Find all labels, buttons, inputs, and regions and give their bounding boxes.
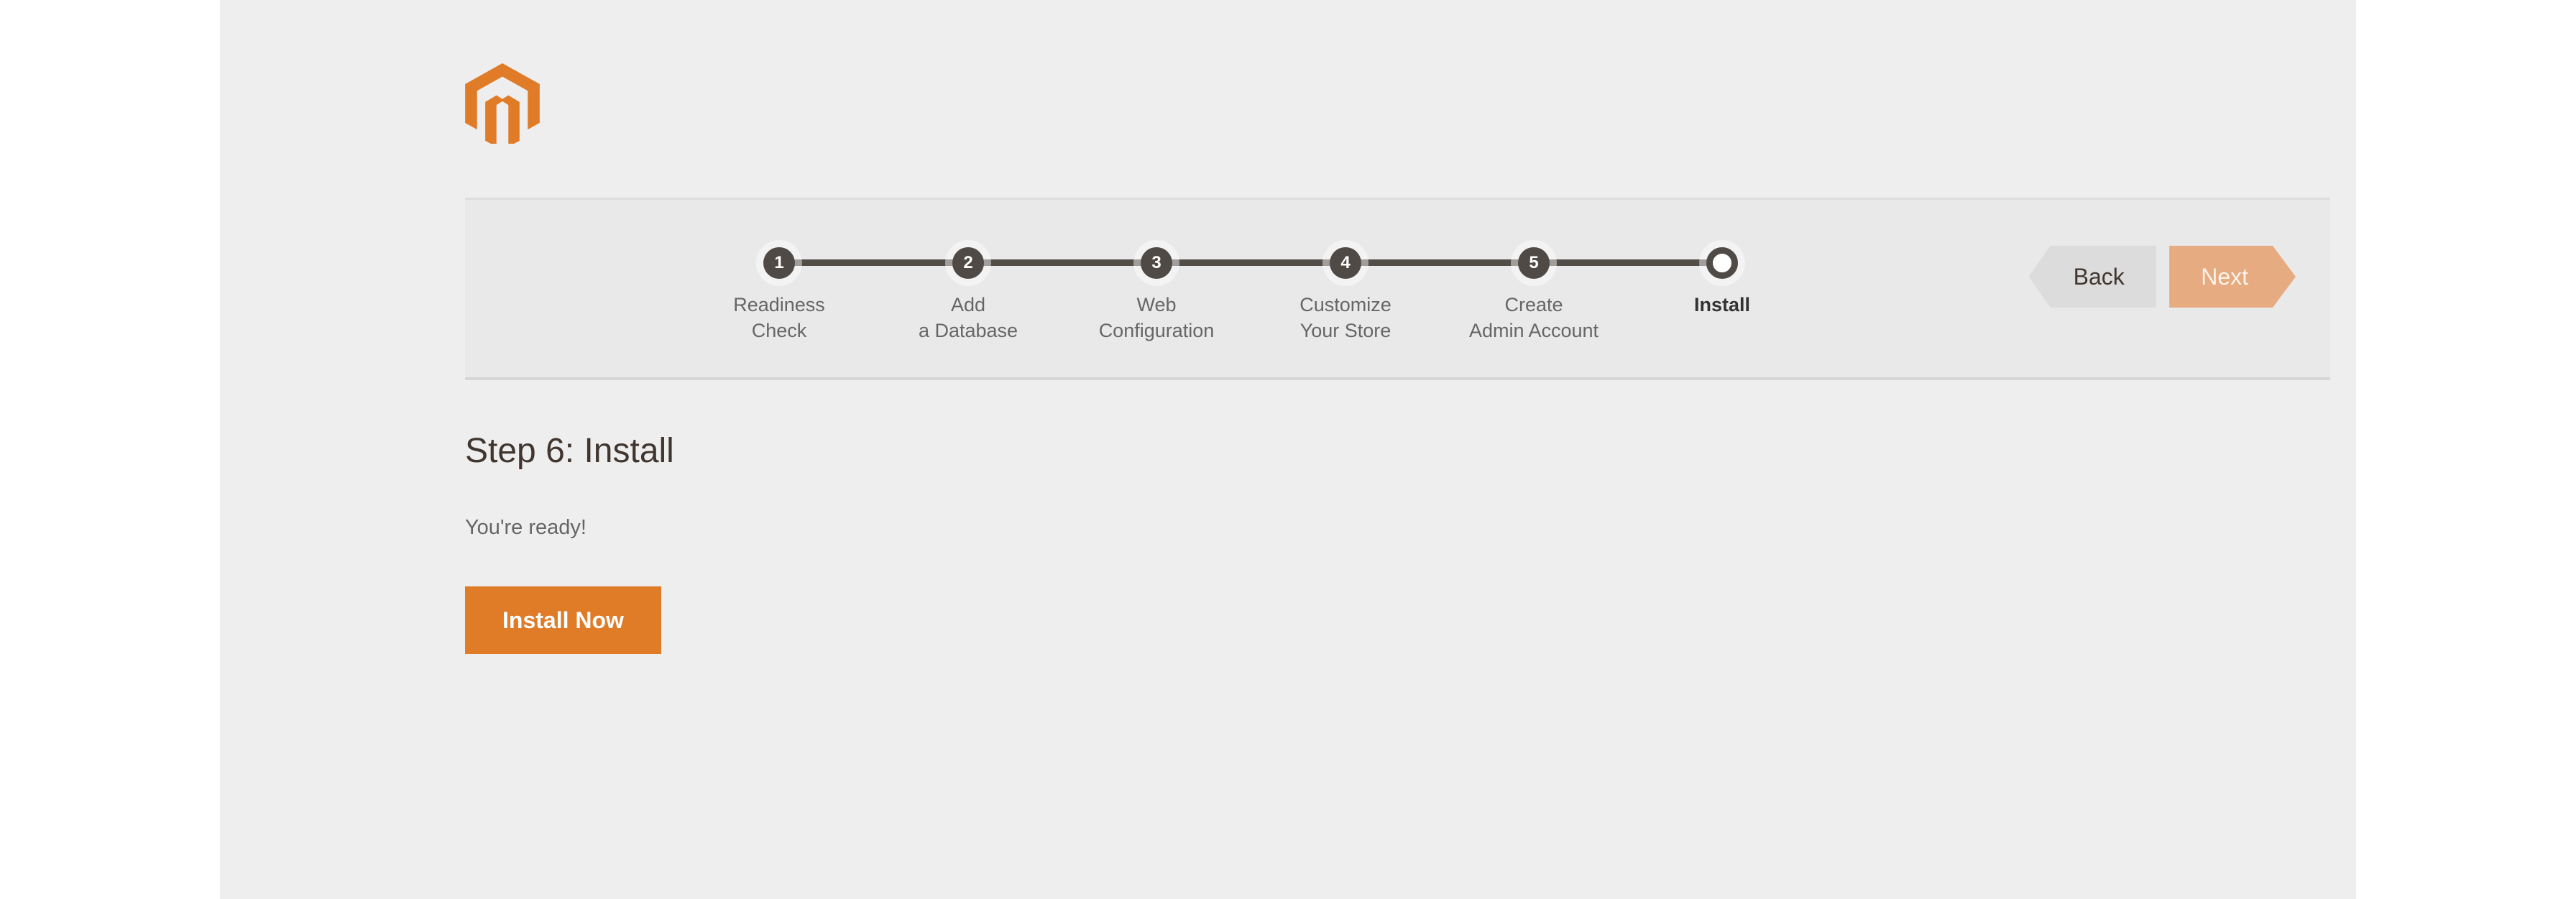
wizard-progress-bar: 1 Readiness Check 2 Add a Database 3 Web… xyxy=(465,198,2330,380)
wizard-nav-buttons: Back Next xyxy=(2028,246,2296,308)
step-2-label: Add a Database xyxy=(918,294,1018,341)
back-button[interactable]: Back xyxy=(2028,246,2156,308)
installer-page: 1 Readiness Check 2 Add a Database 3 Web… xyxy=(220,0,2356,899)
step-1-label: Readiness Check xyxy=(733,294,825,341)
step-6-label: Install xyxy=(1693,294,1751,315)
ready-message: You're ready! xyxy=(465,516,586,539)
step-5-number: 5 xyxy=(1518,247,1550,279)
wizard-steps: 1 Readiness Check 2 Add a Database 3 Web… xyxy=(465,200,1831,377)
next-button[interactable]: Next xyxy=(2169,246,2296,308)
step-1-number: 1 xyxy=(763,247,795,279)
install-now-button[interactable]: Install Now xyxy=(465,586,661,654)
page-title: Step 6: Install xyxy=(465,432,674,470)
step-4-number: 4 xyxy=(1330,247,1361,279)
step-6-number: 6 xyxy=(1706,247,1738,279)
main-content: Step 6: Install You're ready! Install No… xyxy=(465,431,1903,654)
step-2-number: 2 xyxy=(952,247,984,279)
step-3-number: 3 xyxy=(1141,247,1172,279)
step-5-label: Create Admin Account xyxy=(1468,294,1599,341)
step-3-label: Web Configuration xyxy=(1098,294,1215,341)
progress-track xyxy=(779,259,1722,266)
step-4-label: Customize Your Store xyxy=(1300,294,1392,341)
magento-logo-icon xyxy=(465,63,540,144)
